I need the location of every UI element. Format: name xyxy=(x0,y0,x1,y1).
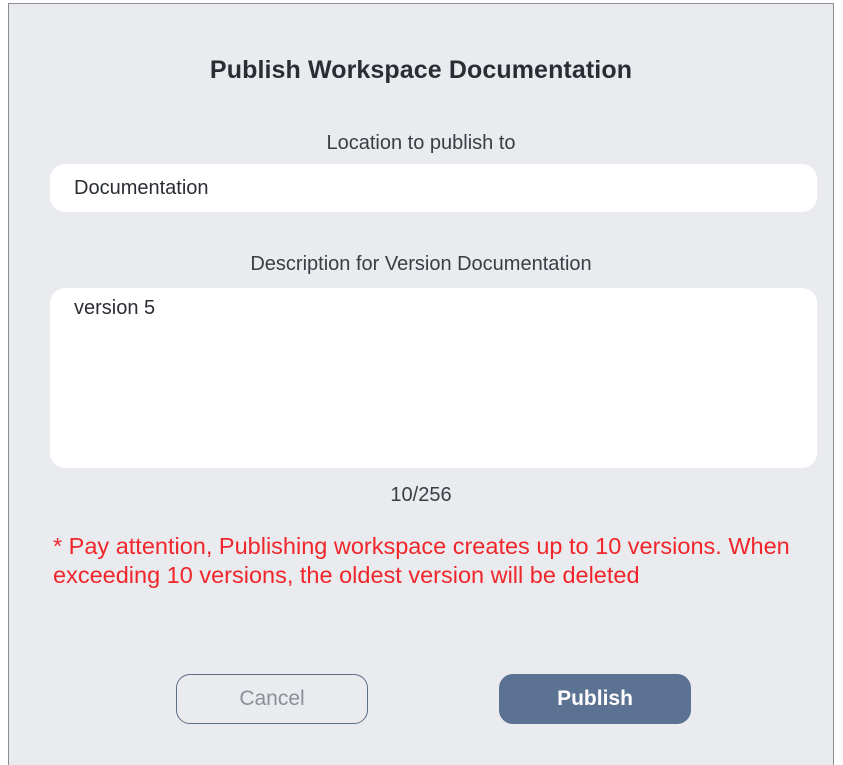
warning-message: * Pay attention, Publishing workspace cr… xyxy=(53,533,790,588)
description-label: Description for Version Documentation xyxy=(250,253,592,275)
description-textarea[interactable]: version 5 xyxy=(50,288,817,468)
dialog-title: Publish Workspace Documentation xyxy=(209,56,633,84)
location-input[interactable]: Documentation xyxy=(50,164,817,212)
publish-dialog: Publish Workspace Documentation Location… xyxy=(8,3,834,765)
location-label: Location to publish to xyxy=(326,132,516,154)
publish-button[interactable]: Publish xyxy=(499,674,691,724)
cancel-button[interactable]: Cancel xyxy=(176,674,368,724)
char-counter: 10/256 xyxy=(390,484,452,506)
